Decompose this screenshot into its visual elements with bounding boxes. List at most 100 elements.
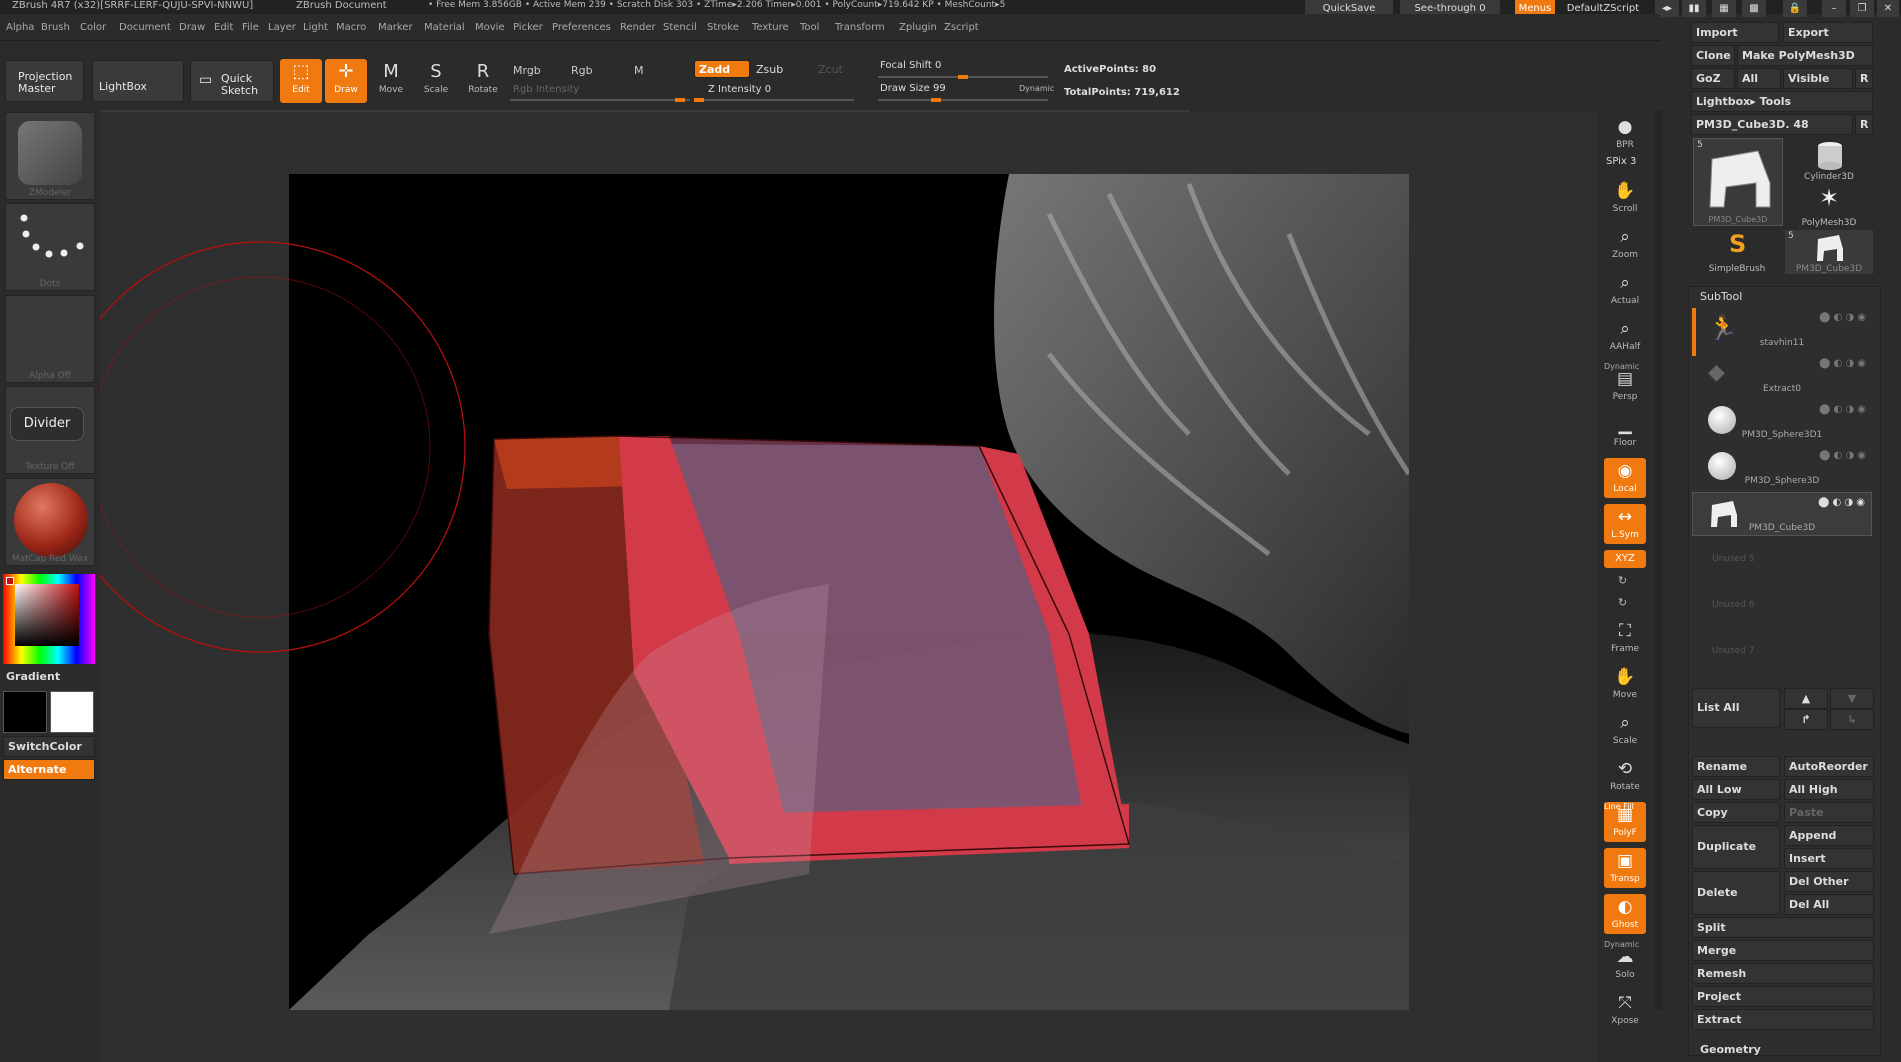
tool-thumb-cube-2[interactable]: 5 PM3D_Cube3D	[1785, 230, 1873, 274]
spix-slider[interactable]: SPix 3	[1606, 156, 1636, 167]
menu-stencil[interactable]: Stencil	[663, 22, 697, 33]
switch-color-button[interactable]: SwitchColor	[3, 736, 95, 757]
z-intensity-track[interactable]	[694, 98, 854, 102]
right-tray-divider[interactable]	[1655, 110, 1663, 1010]
tool-thumb-simplebrush[interactable]: S SimpleBrush	[1693, 230, 1781, 274]
subtool-item-sphere[interactable]: ⬤ ◐ ◑ ◉ PM3D_Sphere3D	[1692, 446, 1872, 490]
all-high-button[interactable]: All High	[1784, 779, 1874, 800]
minimize-icon[interactable]: –	[1822, 0, 1846, 17]
tool-thumb-polymesh[interactable]: ✶ PolyMesh3D	[1785, 184, 1873, 228]
stroke-slot[interactable]: Dots	[5, 203, 95, 291]
merge-button[interactable]: Merge	[1692, 940, 1874, 961]
view-scale-button[interactable]: ⌕ Scale	[1604, 710, 1646, 750]
auto-reorder-button[interactable]: AutoReorder	[1784, 756, 1874, 777]
brush-slot[interactable]: ZModeler	[5, 112, 95, 200]
del-other-button[interactable]: Del Other	[1784, 871, 1874, 892]
view-rotate-button[interactable]: ⟲ Rotate	[1604, 756, 1646, 796]
dynamic-toggle[interactable]: Dynamic	[1019, 84, 1054, 93]
palette-icon[interactable]: ▦	[1712, 0, 1736, 17]
menu-stroke[interactable]: Stroke	[707, 22, 739, 33]
current-tool-r-button[interactable]: R	[1855, 114, 1873, 135]
menu-movie[interactable]: Movie	[475, 22, 505, 33]
move-button[interactable]: M Move	[370, 59, 412, 103]
list-all-button[interactable]: List All	[1692, 688, 1780, 728]
geometry-section[interactable]: Geometry	[1700, 1043, 1761, 1056]
menu-tool[interactable]: Tool	[800, 22, 819, 33]
menu-picker[interactable]: Picker	[513, 22, 543, 33]
subtool-item-cube-selected[interactable]: ⬤ ◐ ◑ ◉ PM3D_Cube3D	[1692, 492, 1872, 536]
menu-alpha[interactable]: Alpha	[6, 22, 34, 33]
menu-layer[interactable]: Layer	[268, 22, 296, 33]
focal-shift-slider[interactable]: Focal Shift 0	[880, 60, 941, 71]
import-button[interactable]: Import	[1691, 22, 1779, 43]
menu-zplugin[interactable]: Zplugin	[899, 22, 937, 33]
z-intensity-handle[interactable]	[694, 98, 704, 102]
menu-transform[interactable]: Transform	[835, 22, 885, 33]
persp-button[interactable]: ▤ Persp	[1604, 366, 1646, 406]
floor-button[interactable]: ▁ Floor	[1604, 412, 1646, 452]
local-button[interactable]: ◉ Local	[1604, 458, 1646, 498]
zsub-button[interactable]: Zsub	[756, 63, 783, 76]
zoom-button[interactable]: ⌕ Zoom	[1604, 224, 1646, 264]
visibility-eye-icon[interactable]: ⬤ ◐ ◑ ◉	[1819, 358, 1866, 369]
texture-slot[interactable]: Divider Texture Off	[5, 386, 95, 474]
menu-texture[interactable]: Texture	[752, 22, 789, 33]
extract-button[interactable]: Extract	[1692, 1009, 1874, 1030]
bpr-button[interactable]: ● BPR	[1604, 114, 1646, 154]
goz-all-button[interactable]: All	[1737, 68, 1781, 89]
lock-icon[interactable]: 🔒	[1783, 0, 1807, 17]
zadd-button[interactable]: Zadd	[694, 60, 750, 78]
menu-draw[interactable]: Draw	[179, 22, 205, 33]
draw-size-track[interactable]	[878, 98, 1048, 102]
remesh-button[interactable]: Remesh	[1692, 963, 1874, 984]
project-button[interactable]: Project	[1692, 986, 1874, 1007]
color-picker[interactable]	[3, 574, 95, 664]
focal-shift-track[interactable]	[878, 75, 1048, 79]
goz-visible-button[interactable]: Visible	[1783, 68, 1853, 89]
ghost-button[interactable]: ◐ Ghost	[1604, 894, 1646, 934]
solo-button[interactable]: ☁ Solo	[1604, 944, 1646, 984]
duplicate-button[interactable]: Duplicate	[1692, 825, 1780, 869]
del-all-button[interactable]: Del All	[1784, 894, 1874, 915]
visibility-eye-icon[interactable]: ⬤ ◐ ◑ ◉	[1818, 497, 1865, 508]
material-slot[interactable]: MatCap Red Wax	[5, 478, 95, 566]
lsym-button[interactable]: ↔ L.Sym	[1604, 504, 1646, 544]
export-button[interactable]: Export	[1783, 22, 1873, 43]
tool-thumb-cube[interactable]: 5 PM3D_Cube3D	[1693, 138, 1783, 226]
menu-zscript[interactable]: Zscript	[944, 22, 979, 33]
subtool-header[interactable]: SubTool	[1700, 290, 1742, 303]
projection-master-button[interactable]: Projection Master	[5, 60, 84, 102]
gradient-label[interactable]: Gradient	[6, 670, 60, 683]
transp-button[interactable]: ▣ Transp	[1604, 848, 1646, 888]
lightbox-tools-button[interactable]: Lightbox▸ Tools	[1691, 91, 1873, 112]
clone-button[interactable]: Clone	[1691, 45, 1735, 66]
layout-alt-icon[interactable]: ▮▮	[1682, 0, 1706, 17]
visibility-eye-icon[interactable]: ⬤ ◐ ◑ ◉	[1819, 312, 1866, 323]
draw-size-handle[interactable]	[931, 98, 941, 102]
rotate-button[interactable]: R Rotate	[462, 59, 504, 103]
aahalf-button[interactable]: ⌕ AAHalf	[1604, 316, 1646, 356]
ui-layout-icon[interactable]: ▩	[1742, 0, 1766, 17]
goz-r-button[interactable]: R	[1855, 68, 1873, 89]
quick-sketch-button[interactable]: ▭ Quick Sketch	[190, 60, 274, 102]
alpha-slot[interactable]: Alpha Off	[5, 295, 95, 383]
edit-button[interactable]: ⬚ Edit	[280, 59, 322, 103]
append-button[interactable]: Append	[1784, 825, 1874, 846]
paste-button[interactable]: Paste	[1784, 802, 1874, 823]
scroll-button[interactable]: ✋ Scroll	[1604, 178, 1646, 218]
z-intensity-slider[interactable]: Z Intensity 0	[708, 84, 771, 95]
frame-button[interactable]: ⛶ Frame	[1604, 618, 1646, 658]
rgb-intensity-track[interactable]	[510, 98, 690, 102]
arrow-down-right-icon[interactable]: ↳	[1830, 709, 1874, 730]
restore-icon[interactable]: ❐	[1850, 0, 1874, 17]
rgb-intensity-slider[interactable]: Rgb Intensity	[513, 84, 579, 95]
move-up-arrow-icon[interactable]: ▲	[1784, 688, 1828, 709]
current-tool-slider[interactable]: PM3D_Cube3D. 48	[1691, 114, 1853, 135]
menu-material[interactable]: Material	[424, 22, 465, 33]
make-polymesh-button[interactable]: Make PolyMesh3D	[1737, 45, 1873, 66]
menu-marker[interactable]: Marker	[378, 22, 413, 33]
lightbox-button[interactable]: LightBox	[92, 60, 184, 102]
close-icon[interactable]: ✕	[1877, 0, 1899, 17]
color-square[interactable]	[15, 584, 79, 646]
xpose-button[interactable]: ⤧ Xpose	[1604, 990, 1646, 1030]
